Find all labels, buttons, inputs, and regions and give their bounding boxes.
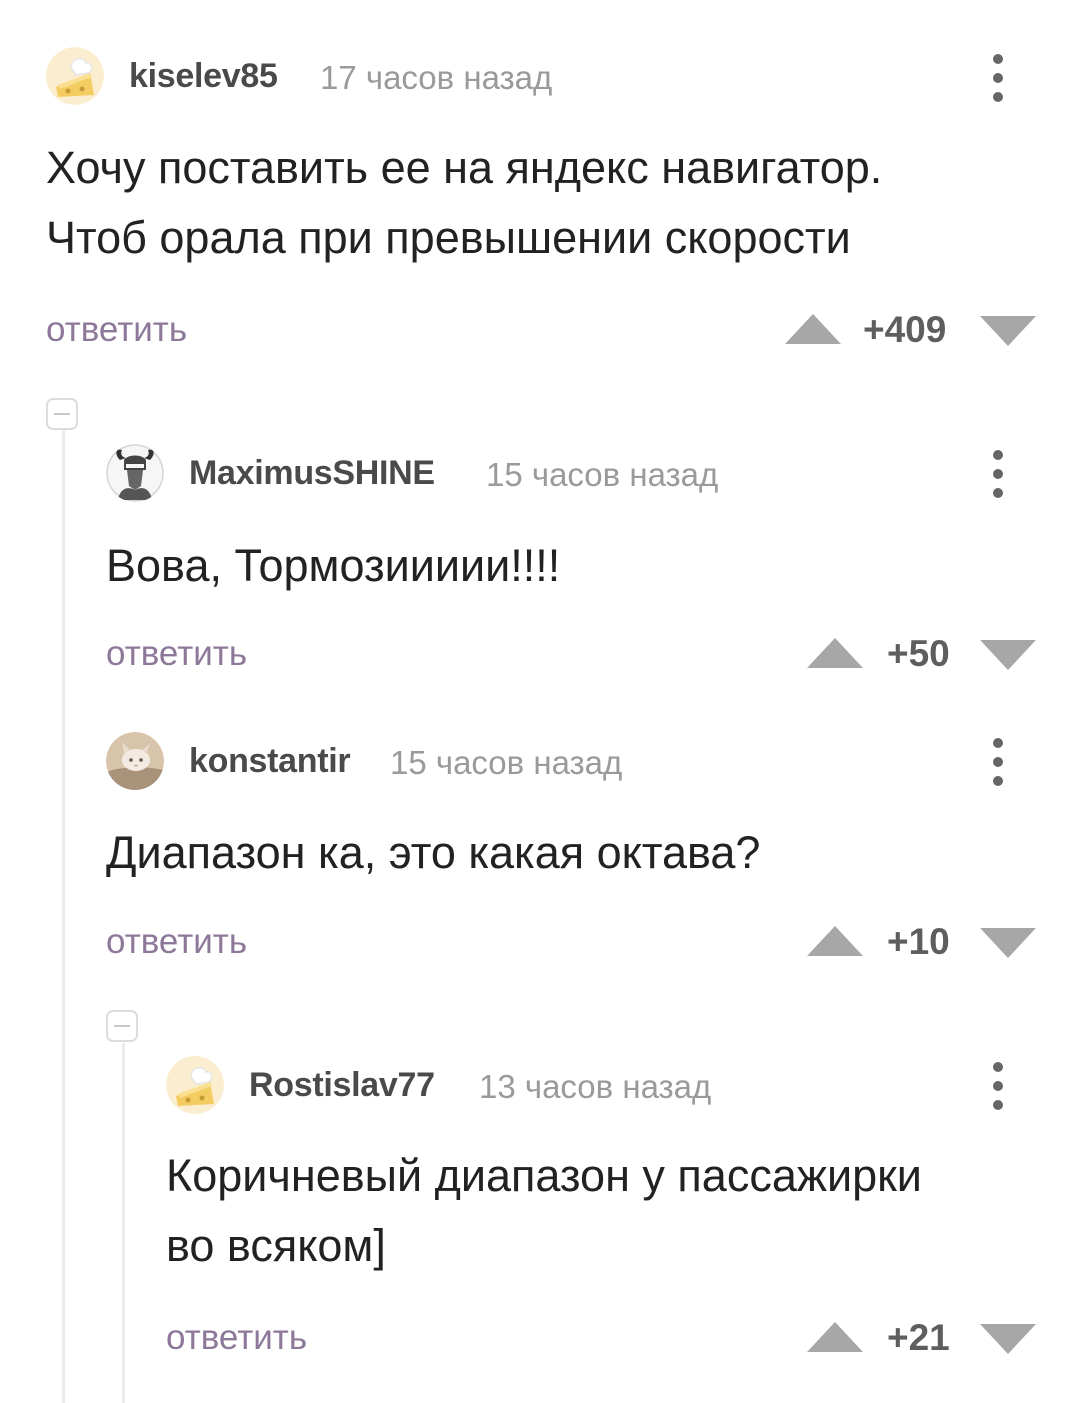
cat-avatar-icon[interactable] [106,732,164,790]
comment-text-line: Вова, Тормозиииии!!!! [106,540,561,591]
upvote-icon[interactable] [807,926,863,956]
thread-line [62,430,65,1403]
reply-link[interactable]: ответить [106,634,247,674]
comment-author[interactable]: konstantir [189,742,351,781]
comment-text-line: во всяком] [166,1220,386,1271]
more-options-icon[interactable] [988,48,1008,108]
thread-line [122,1043,125,1403]
downvote-icon[interactable] [980,316,1036,346]
comment-score: +50 [887,633,950,674]
comment-time: 15 часов назад [390,744,623,781]
downvote-icon[interactable] [980,640,1036,670]
comment-author[interactable]: MaximusSHINE [189,454,435,493]
collapse-thread-button[interactable] [106,1010,138,1042]
helmet-avatar-icon[interactable] [106,444,164,502]
reply-link[interactable]: ответить [46,310,187,350]
comment-score: +21 [887,1317,950,1358]
comment-score: +409 [863,309,947,350]
downvote-icon[interactable] [980,928,1036,958]
upvote-icon[interactable] [785,314,841,344]
reply-link[interactable]: ответить [106,922,247,962]
comment-text-line: Коричневый диапазон у пассажирки [166,1150,922,1201]
comment-author[interactable]: Rostislav77 [249,1066,435,1105]
reply-link[interactable]: ответить [166,1318,307,1358]
downvote-icon[interactable] [980,1324,1036,1354]
comment-text-line: Диапазон ка, это какая октава? [106,827,761,878]
more-options-icon[interactable] [988,1056,1008,1116]
comment-text-line: Хочу поставить ее на яндекс навигатор. [46,142,883,193]
more-options-icon[interactable] [988,444,1008,504]
comment-time: 15 часов назад [486,456,719,493]
more-options-icon[interactable] [988,732,1008,792]
comment-time: 17 часов назад [320,59,553,96]
comment-author[interactable]: kiselev85 [129,57,278,96]
upvote-icon[interactable] [807,638,863,668]
cheese-avatar-icon[interactable] [166,1056,224,1114]
cheese-avatar-icon[interactable] [46,47,104,105]
collapse-thread-button[interactable] [46,398,78,430]
upvote-icon[interactable] [807,1322,863,1352]
comment-text-line: Чтоб орала при превышении скорости [46,212,851,263]
comment-score: +10 [887,921,950,962]
comment-time: 13 часов назад [479,1068,712,1105]
